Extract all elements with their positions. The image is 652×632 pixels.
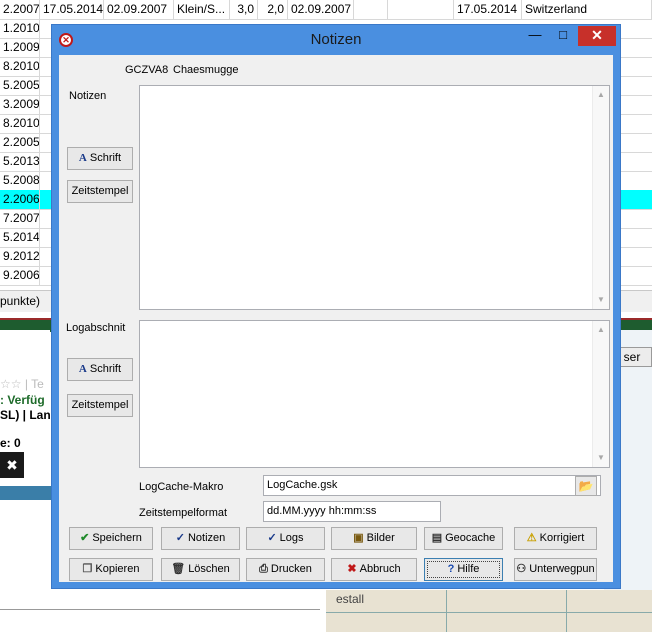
table-cell: Klein/S... <box>174 0 230 19</box>
log-textarea[interactable]: ▲ ▼ <box>139 320 610 468</box>
images-button[interactable]: ▣ Bilder <box>331 527 417 550</box>
timestamp-format-label: Zeitstempelformat <box>139 507 228 519</box>
log-font-button[interactable]: A Schrift <box>67 358 133 381</box>
document-icon: ▤ <box>431 532 443 544</box>
cancel-button[interactable]: ✖ Abbruch <box>331 558 417 581</box>
status-text: punkte) <box>0 294 41 308</box>
table-cell: 3,0 <box>230 0 258 19</box>
corrected-button[interactable]: ⚠ Korrigiert <box>514 527 597 550</box>
table-cell: 5.2005 <box>0 76 40 95</box>
copy-icon: ❐ <box>82 563 93 575</box>
log-label: Logabschnit <box>66 322 126 334</box>
table-cell: 8.2010 <box>0 114 40 133</box>
table-cell: 7.2007 <box>0 209 40 228</box>
scroll-down-icon[interactable]: ▼ <box>593 451 609 465</box>
table-cell: 2.2006 <box>0 190 40 209</box>
table-cell: Switzerland <box>522 0 652 19</box>
macro-input[interactable]: LogCache.gsk <box>263 475 601 496</box>
checkmark-icon: ✔ <box>80 532 90 544</box>
map-view[interactable]: estall <box>326 590 652 632</box>
background-section-bar <box>0 486 52 500</box>
table-cell: 2.2005 <box>0 133 40 152</box>
font-icon: A <box>78 152 87 164</box>
timestamp-format-input[interactable]: dd.MM.yyyy hh:mm:ss <box>263 501 441 522</box>
notes-dialog: ✕ Notizen — □ ✕ GCZVA8 Chaesmugge Notize… <box>51 24 621 589</box>
help-button[interactable]: ? Hilfe <box>424 558 503 581</box>
printer-icon: ⎙ <box>259 563 268 575</box>
notes-button[interactable]: ✓ Notizen <box>161 527 240 550</box>
table-cell: 8.2010 <box>0 57 40 76</box>
map-label: estall <box>336 592 365 606</box>
notes-textarea[interactable]: ▲ ▼ <box>139 85 610 310</box>
cancel-x-icon: ✖ <box>347 563 357 575</box>
table-cell: 02.09.2007 <box>104 0 174 19</box>
geocache-button[interactable]: ▤ Geocache <box>424 527 503 550</box>
table-cell: 2,0 <box>258 0 288 19</box>
table-cell: 5.2008 <box>0 171 40 190</box>
notes-label: Notizen <box>69 90 107 102</box>
table-cell <box>354 0 388 19</box>
people-icon: ⚇ <box>516 563 527 575</box>
table-cell: 9.2006 <box>0 266 40 285</box>
travel-waypoints-button[interactable]: ⚇ Unterwegpun <box>514 558 597 581</box>
log-scrollbar[interactable]: ▲ ▼ <box>592 321 609 467</box>
logs-button[interactable]: ✓ Logs <box>246 527 325 550</box>
save-button[interactable]: ✔ Speichern <box>69 527 153 550</box>
location-text: SL) | Lan <box>0 408 51 422</box>
table-cell: 1.2010 <box>0 19 40 38</box>
print-button[interactable]: ⎙ Drucken <box>246 558 325 581</box>
table-cell: 02.09.2007 <box>288 0 354 19</box>
macro-label: LogCache-Makro <box>139 481 224 493</box>
cache-type-icon: ✖ <box>0 452 24 478</box>
background-detail-panel <box>0 330 50 632</box>
table-cell: 5.2014 <box>0 228 40 247</box>
table-cell: 1.2009 <box>0 38 40 57</box>
divider <box>0 609 320 610</box>
copy-button[interactable]: ❐ Kopieren <box>69 558 153 581</box>
table-cell: 9.2012 <box>0 247 40 266</box>
cache-name: Chaesmugge <box>173 64 239 76</box>
availability-text: : Verfüg <box>0 393 45 407</box>
spellcheck-icon: ✓ <box>267 532 277 544</box>
trash-icon: 🗑 <box>171 563 186 575</box>
scroll-down-icon[interactable]: ▼ <box>593 293 609 307</box>
table-row[interactable]: 2.2007 17.05.2014 02.09.2007 Klein/S... … <box>0 0 652 20</box>
notes-timestamp-button[interactable]: Zeitstempel <box>67 180 133 203</box>
title-bar[interactable]: ✕ Notizen — □ ✕ <box>52 25 620 55</box>
font-icon: A <box>78 363 87 375</box>
table-cell: 17.05.2014 <box>40 0 104 19</box>
cache-code: GCZVA8 <box>125 64 169 76</box>
table-cell <box>388 0 454 19</box>
delete-button[interactable]: 🗑 Löschen <box>161 558 240 581</box>
log-timestamp-button[interactable]: Zeitstempel <box>67 394 133 417</box>
folder-open-icon[interactable]: 📂 <box>575 476 597 496</box>
table-cell: 2.2007 <box>0 0 40 19</box>
warning-icon: ⚠ <box>526 532 537 544</box>
scroll-up-icon[interactable]: ▲ <box>593 88 609 102</box>
notes-scrollbar[interactable]: ▲ ▼ <box>592 86 609 309</box>
maximize-button[interactable]: □ <box>550 26 576 46</box>
scroll-up-icon[interactable]: ▲ <box>593 323 609 337</box>
spellcheck-icon: ✓ <box>175 532 185 544</box>
table-cell: 17.05.2014 <box>454 0 522 19</box>
notes-font-button[interactable]: A Schrift <box>67 147 133 170</box>
minimize-button[interactable]: — <box>522 26 548 46</box>
count-text: e: 0 <box>0 436 21 450</box>
image-icon: ▣ <box>353 532 364 544</box>
table-cell: 5.2013 <box>0 152 40 171</box>
dialog-body: GCZVA8 Chaesmugge Notizen ▲ ▼ A Schrift Z… <box>59 55 613 582</box>
rating-stars: ☆☆ | Te <box>0 377 44 391</box>
table-cell: 3.2009 <box>0 95 40 114</box>
close-button[interactable]: ✕ <box>578 26 616 46</box>
